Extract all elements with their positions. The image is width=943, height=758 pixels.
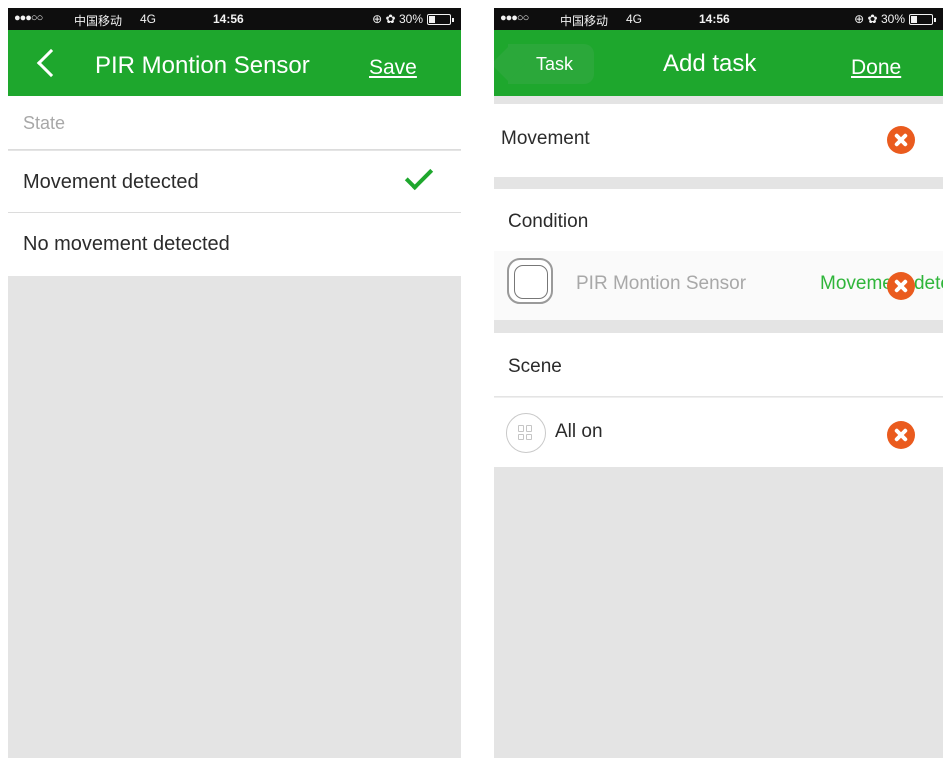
nav-bar: PIR Montion Sensor Save	[8, 30, 461, 96]
scene-row[interactable]: All on	[494, 397, 943, 467]
condition-header-label: Condition	[508, 211, 589, 232]
checkmark-icon	[404, 161, 434, 191]
option-movement-detected[interactable]: Movement detected	[8, 151, 461, 213]
state-header-label: State	[23, 113, 66, 133]
battery-fill	[911, 16, 917, 23]
scene-grid-icon	[506, 413, 546, 453]
battery-percent: 30%	[398, 12, 423, 26]
battery-percent: 30%	[880, 12, 905, 26]
battery-icon	[909, 14, 936, 25]
signal-strength-icon: ●●●○○	[14, 12, 43, 24]
clock: 14:56	[699, 12, 730, 26]
remove-movement-button[interactable]	[887, 126, 915, 154]
signal-strength-icon: ●●●○○	[500, 12, 529, 24]
battery-icon	[427, 14, 454, 25]
condition-device-state: Movement detected	[820, 273, 943, 294]
condition-section-header: Condition	[494, 189, 943, 251]
status-bar: ●●●○○ 中国移动 4G 14:56 ⊕ ✿ 30%	[8, 8, 461, 30]
remove-scene-button[interactable]	[887, 421, 915, 449]
status-bar: ●●●○○ 中国移动 4G 14:56 ⊕ ✿ 30%	[494, 8, 943, 30]
sensor-device-icon	[507, 258, 553, 304]
network-label: 4G	[140, 12, 157, 26]
clock: 14:56	[213, 12, 244, 26]
battery-fill	[429, 16, 435, 23]
status-icons: ⊕ ✿	[372, 12, 396, 26]
status-icons: ⊕ ✿	[854, 12, 878, 26]
save-button[interactable]: Save	[369, 56, 417, 80]
carrier-label: 中国移动	[74, 14, 123, 28]
scene-header-label: Scene	[508, 356, 562, 377]
page-title: PIR Montion Sensor	[95, 52, 310, 79]
movement-label: Movement	[501, 128, 590, 149]
network-label: 4G	[626, 12, 643, 26]
back-button[interactable]: Task	[508, 44, 594, 84]
option-label: No movement detected	[23, 233, 230, 255]
back-button-label: Task	[536, 54, 574, 74]
movement-row: Movement	[494, 104, 943, 177]
condition-row[interactable]: PIR Montion Sensor Movement detected	[494, 251, 943, 320]
back-chevron-icon[interactable]	[36, 48, 66, 78]
page-title: Add task	[663, 50, 757, 77]
condition-device-name: PIR Montion Sensor	[576, 273, 747, 294]
remove-condition-button[interactable]	[887, 272, 915, 300]
nav-bar: Task Add task Done	[494, 30, 943, 96]
right-screen: ●●●○○ 中国移动 4G 14:56 ⊕ ✿ 30% Task Add tas…	[494, 8, 943, 758]
option-no-movement-detected[interactable]: No movement detected	[8, 213, 461, 276]
scene-name: All on	[555, 421, 603, 442]
scene-section-header: Scene	[494, 333, 943, 396]
carrier-label: 中国移动	[560, 14, 609, 28]
done-button[interactable]: Done	[851, 56, 901, 80]
state-section-header: State	[8, 96, 461, 150]
left-screen: ●●●○○ 中国移动 4G 14:56 ⊕ ✿ 30% PIR Montion …	[8, 8, 461, 758]
option-label: Movement detected	[23, 171, 199, 193]
